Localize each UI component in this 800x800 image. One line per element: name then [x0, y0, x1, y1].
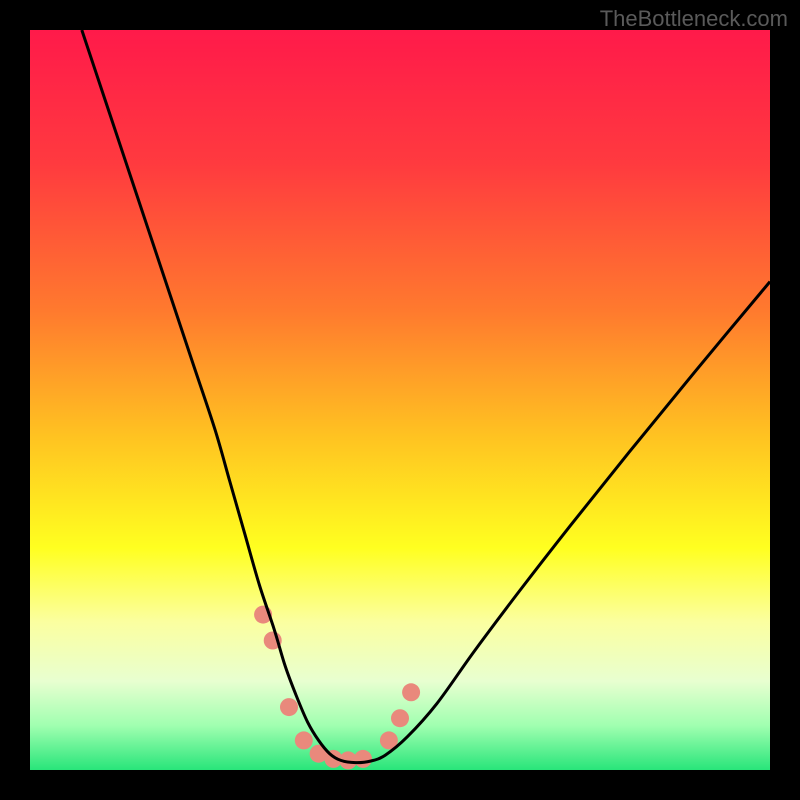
chart-background [30, 30, 770, 770]
watermark-text: TheBottleneck.com [600, 6, 788, 32]
chart-marker [354, 750, 372, 768]
chart-marker [295, 731, 313, 749]
chart-container [30, 30, 770, 770]
chart-marker [402, 683, 420, 701]
chart-marker [280, 698, 298, 716]
chart-marker [391, 709, 409, 727]
bottleneck-chart [30, 30, 770, 770]
